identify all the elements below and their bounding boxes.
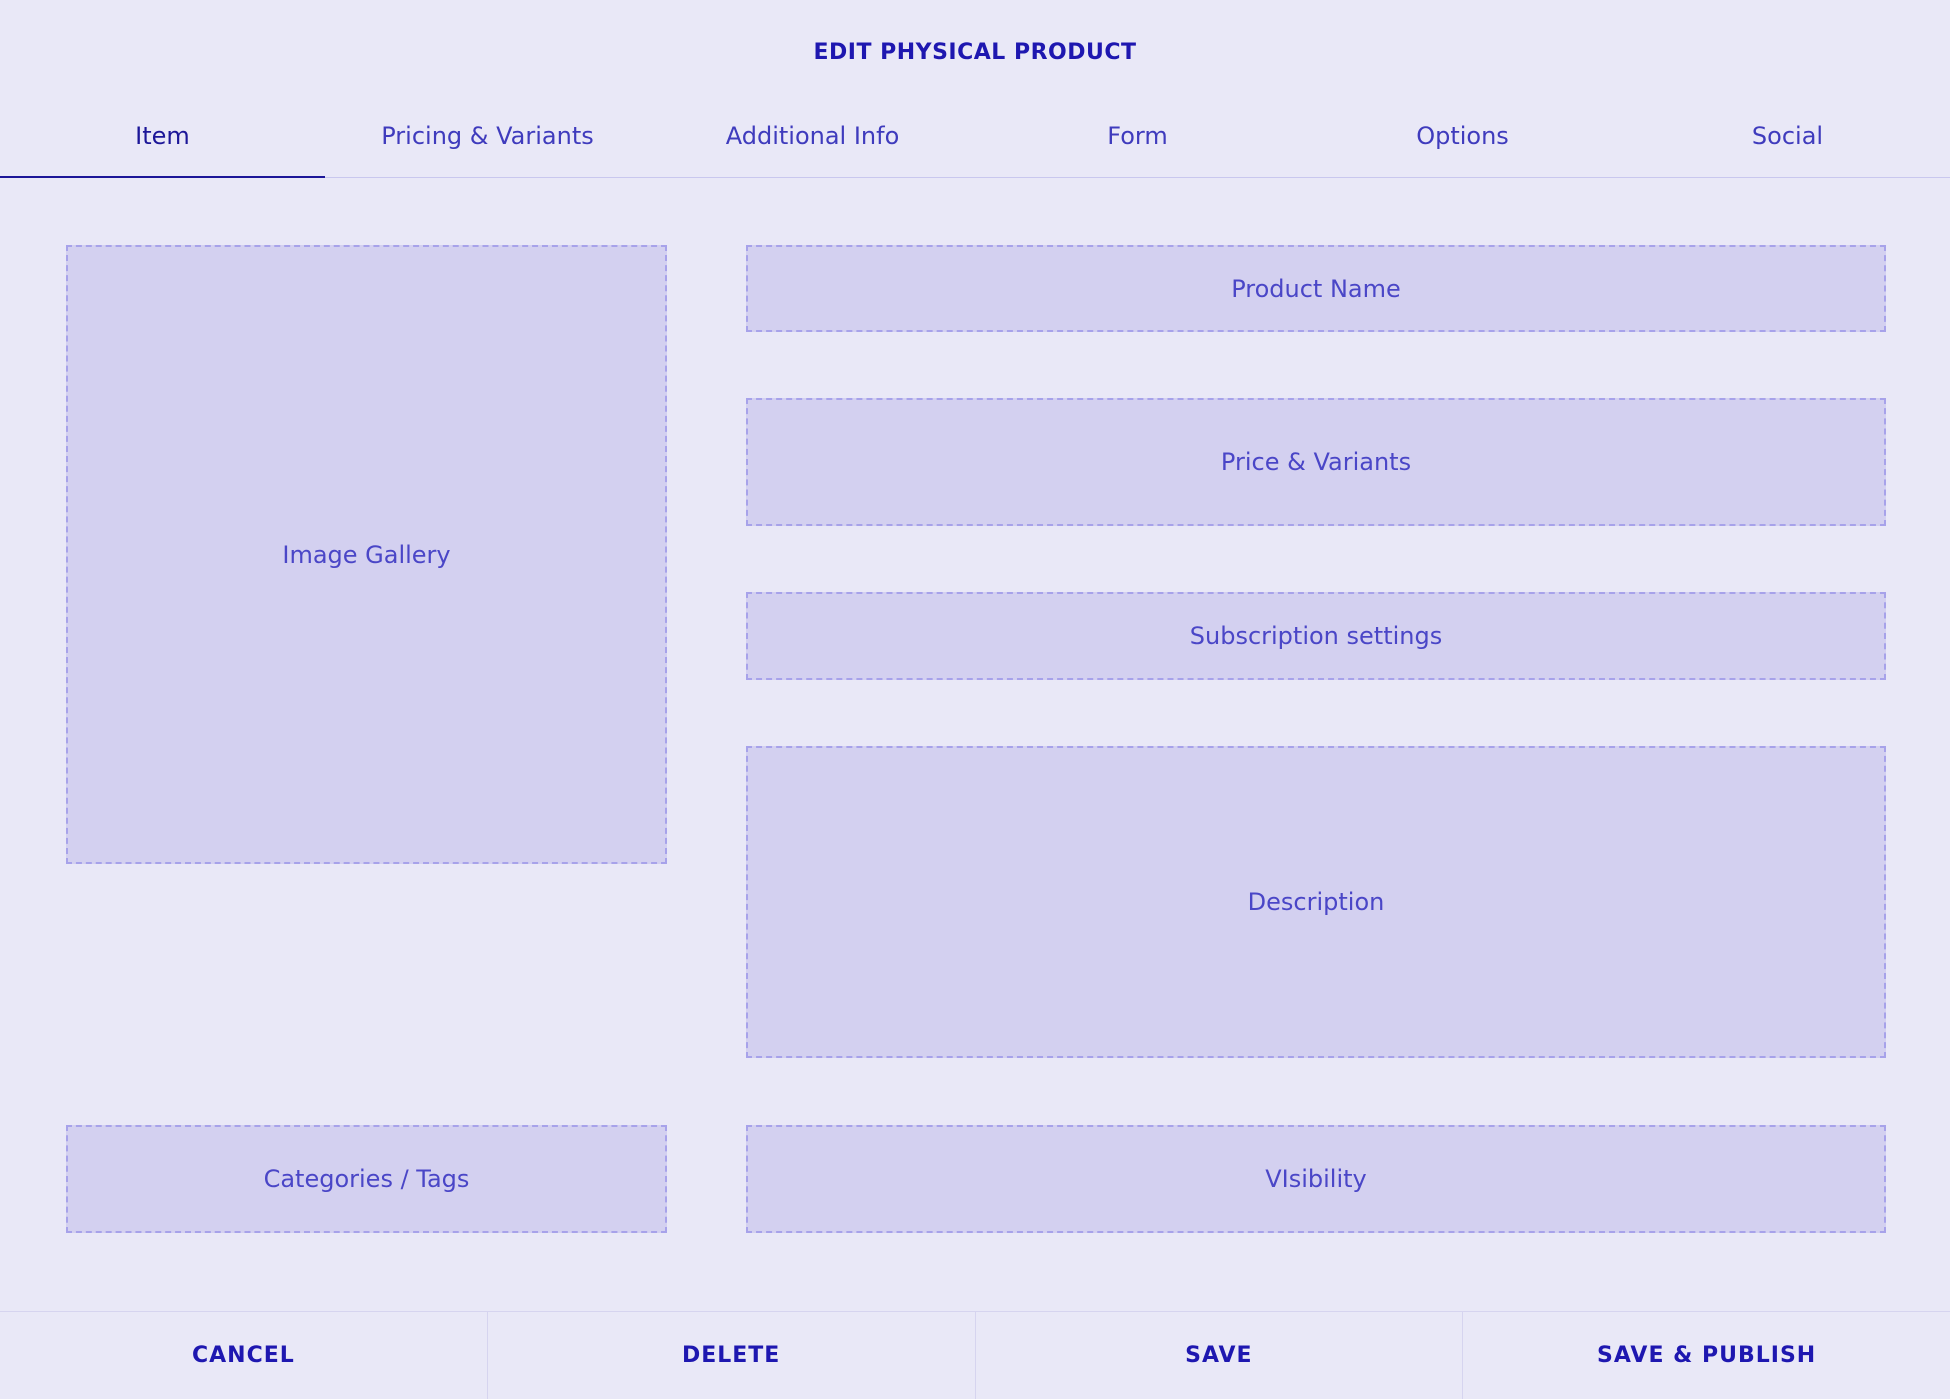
page-title: EDIT PHYSICAL PRODUCT xyxy=(813,40,1137,65)
description-label: Description xyxy=(1247,888,1385,916)
tab-options[interactable]: Options xyxy=(1300,95,1625,177)
product-name-label: Product Name xyxy=(1231,274,1401,303)
delete-button[interactable]: DELETE xyxy=(488,1312,976,1399)
visibility-panel[interactable]: VIsibility xyxy=(746,1125,1886,1233)
image-gallery-panel[interactable]: Image Gallery xyxy=(66,245,667,864)
price-variants-panel[interactable]: Price & Variants xyxy=(746,398,1886,526)
image-gallery-label: Image Gallery xyxy=(282,540,451,569)
tab-social[interactable]: Social xyxy=(1625,95,1950,177)
tab-form[interactable]: Form xyxy=(975,95,1300,177)
tab-item[interactable]: Item xyxy=(0,95,325,178)
categories-tags-panel[interactable]: Categories / Tags xyxy=(66,1125,667,1233)
action-bar: CANCEL DELETE SAVE SAVE & PUBLISH xyxy=(0,1311,1950,1399)
product-name-field[interactable]: Product Name xyxy=(746,245,1886,332)
price-variants-label: Price & Variants xyxy=(1220,448,1412,476)
description-field[interactable]: Description xyxy=(746,746,1886,1058)
categories-tags-label: Categories / Tags xyxy=(263,1165,470,1193)
save-publish-button[interactable]: SAVE & PUBLISH xyxy=(1463,1312,1950,1399)
tab-additional-info[interactable]: Additional Info xyxy=(650,95,975,177)
tab-pricing-variants[interactable]: Pricing & Variants xyxy=(325,95,650,177)
visibility-label: VIsibility xyxy=(1265,1165,1367,1193)
cancel-button[interactable]: CANCEL xyxy=(0,1312,488,1399)
subscription-settings-panel[interactable]: Subscription settings xyxy=(746,592,1886,680)
subscription-settings-label: Subscription settings xyxy=(1189,622,1443,650)
tab-bar: Item Pricing & Variants Additional Info … xyxy=(0,95,1950,178)
save-button[interactable]: SAVE xyxy=(976,1312,1464,1399)
